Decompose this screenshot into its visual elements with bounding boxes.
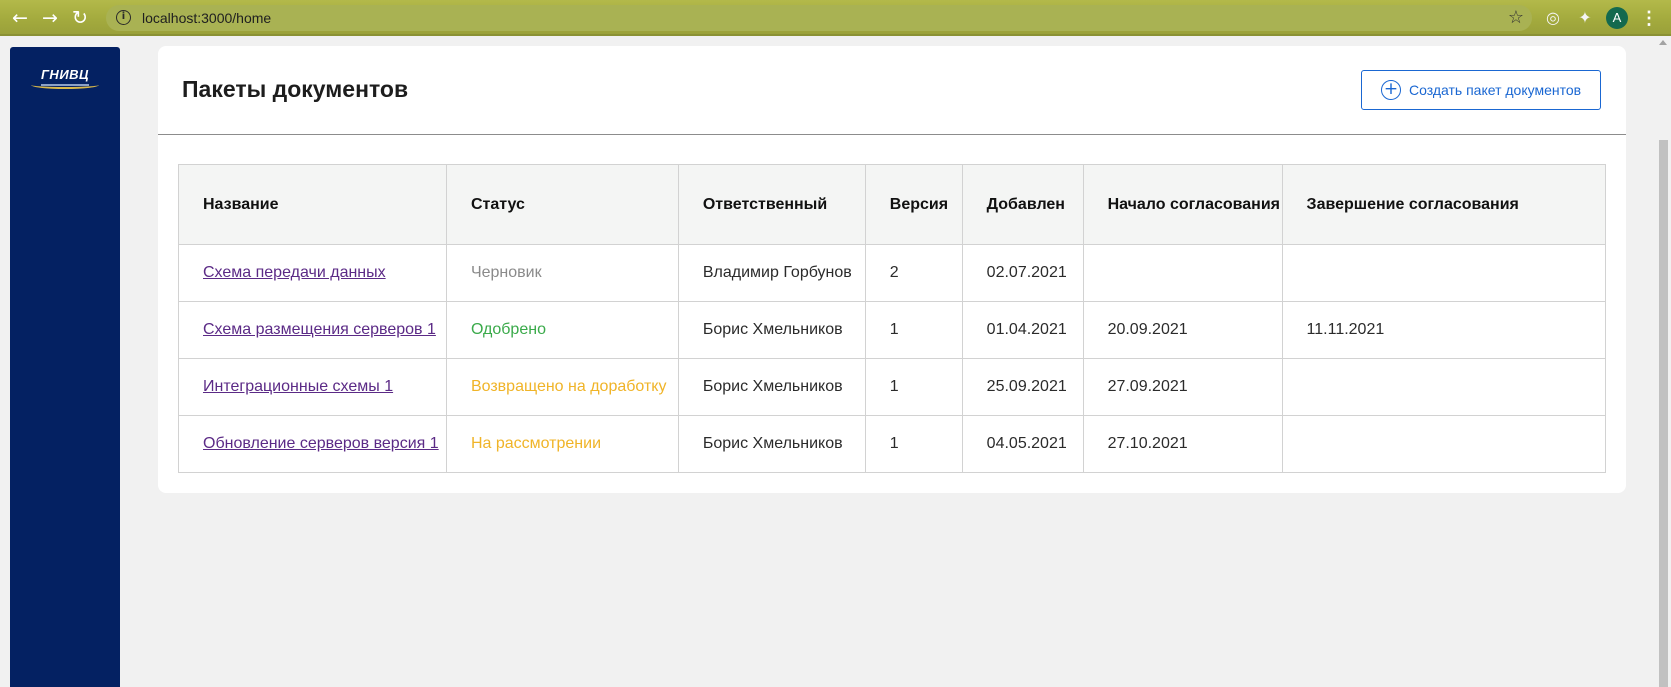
document-link[interactable]: Обновление серверов версия 1 [203, 435, 439, 452]
cell-status: Одобрено [445, 301, 679, 359]
cell-owner: Борис Хмельников [677, 358, 866, 416]
cell-added: 01.04.2021 [961, 301, 1084, 359]
cell-approval-end [1281, 244, 1607, 302]
cell-approval-start: 20.09.2021 [1082, 301, 1283, 359]
cell-owner: Борис Хмельников [677, 301, 866, 359]
column-header-approval-end[interactable]: Завершение согласования [1281, 164, 1607, 245]
cell-added: 25.09.2021 [961, 358, 1084, 416]
forward-arrow-icon[interactable]: → [39, 7, 61, 29]
info-icon[interactable]: i [116, 10, 131, 25]
table-row: Схема размещения серверов 1 Одобрено Бор… [178, 301, 1607, 359]
column-header-approval-start[interactable]: Начало согласования [1082, 164, 1283, 245]
column-header-name[interactable]: Название [178, 164, 447, 245]
sidebar: ГНИВЦ [10, 47, 120, 687]
logo[interactable]: ГНИВЦ [27, 67, 103, 91]
page-title: Пакеты документов [182, 76, 409, 102]
cell-version: 2 [864, 244, 963, 302]
column-header-status[interactable]: Статус [445, 164, 679, 245]
table-row: Обновление серверов версия 1 На рассмотр… [178, 415, 1607, 473]
logo-text: ГНИВЦ [40, 67, 90, 82]
cell-approval-start [1082, 244, 1283, 302]
cell-name: Схема размещения серверов 1 [178, 301, 447, 359]
column-header-added[interactable]: Добавлен [961, 164, 1084, 245]
scroll-up-icon[interactable] [1659, 40, 1667, 45]
cell-approval-start: 27.10.2021 [1082, 415, 1283, 473]
table-header-row: Название Статус Ответственный Версия Доб… [178, 164, 1607, 245]
cell-name: Обновление серверов версия 1 [178, 415, 447, 473]
column-header-owner[interactable]: Ответственный [677, 164, 866, 245]
extension-icon[interactable]: ◎ [1542, 7, 1564, 29]
cell-status: На рассмотрении [445, 415, 679, 473]
document-link[interactable]: Интеграционные схемы 1 [203, 378, 393, 395]
address-bar[interactable]: i localhost:3000/home ☆ [106, 5, 1532, 31]
card-header: Пакеты документов + Создать пакет докуме… [158, 46, 1626, 135]
cell-added: 04.05.2021 [961, 415, 1084, 473]
avatar[interactable]: A [1606, 7, 1628, 29]
plus-circle-icon: + [1381, 80, 1401, 100]
scroll-thumb[interactable] [1659, 140, 1668, 687]
url-text[interactable]: localhost:3000/home [142, 10, 271, 26]
cell-status: Возвращено на доработку [445, 358, 679, 416]
cell-status: Черновик [445, 244, 679, 302]
cell-version: 1 [864, 358, 963, 416]
cell-owner: Владимир Горбунов [677, 244, 866, 302]
documents-table: Название Статус Ответственный Версия Доб… [178, 164, 1607, 473]
cell-approval-end [1281, 358, 1607, 416]
cell-owner: Борис Хмельников [677, 415, 866, 473]
table-row: Интеграционные схемы 1 Возвращено на дор… [178, 358, 1607, 416]
cell-approval-end: 11.11.2021 [1281, 301, 1607, 359]
browser-toolbar: ← → ↻ i localhost:3000/home ☆ ◎ ✦ A ⋮ [0, 0, 1671, 36]
cell-approval-end [1281, 415, 1607, 473]
puzzle-icon[interactable]: ✦ [1574, 7, 1596, 29]
page-scrollbar[interactable] [1655, 38, 1671, 687]
cell-approval-start: 27.09.2021 [1082, 358, 1283, 416]
cell-name: Интеграционные схемы 1 [178, 358, 447, 416]
reload-icon[interactable]: ↻ [69, 7, 91, 29]
document-link[interactable]: Схема передачи данных [203, 264, 386, 281]
table-row: Схема передачи данных Черновик Владимир … [178, 244, 1607, 302]
create-package-label: Создать пакет документов [1409, 82, 1582, 98]
document-link[interactable]: Схема размещения серверов 1 [203, 321, 436, 338]
cell-added: 02.07.2021 [961, 244, 1084, 302]
create-package-button[interactable]: + Создать пакет документов [1361, 70, 1601, 110]
cell-version: 1 [864, 301, 963, 359]
cell-version: 1 [864, 415, 963, 473]
column-header-version[interactable]: Версия [864, 164, 963, 245]
cell-name: Схема передачи данных [178, 244, 447, 302]
kebab-menu-icon[interactable]: ⋮ [1640, 6, 1658, 30]
back-arrow-icon[interactable]: ← [9, 7, 31, 29]
documents-card: Пакеты документов + Создать пакет докуме… [158, 46, 1626, 493]
star-icon[interactable]: ☆ [1508, 7, 1524, 28]
logo-underline [41, 84, 89, 86]
